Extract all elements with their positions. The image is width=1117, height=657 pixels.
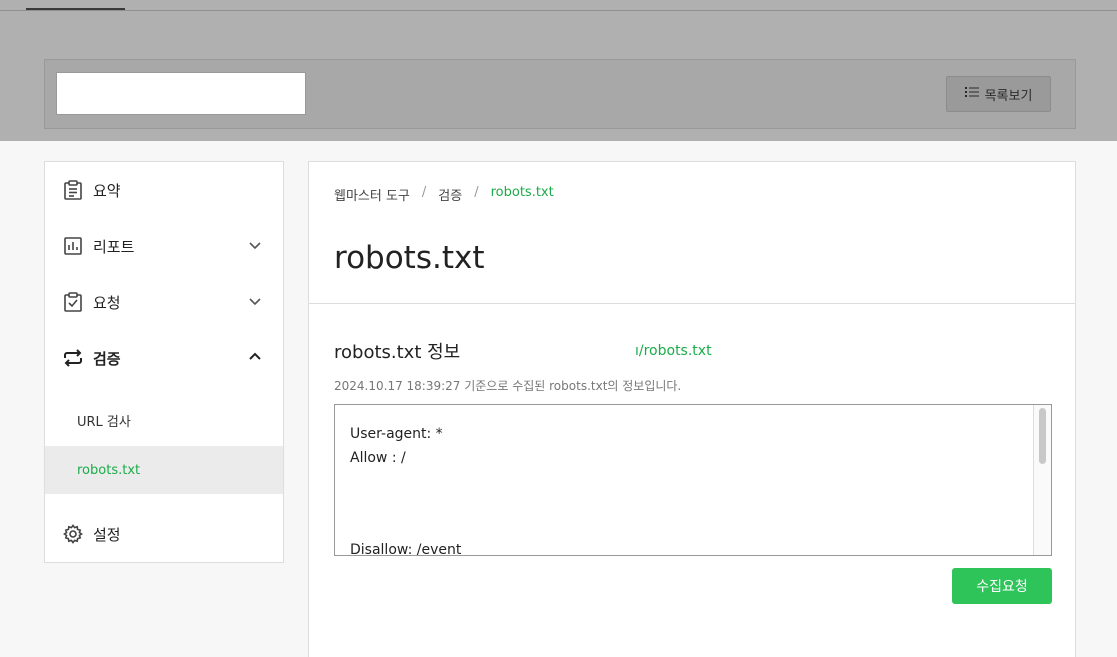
- robots-content-overflow-line: Disallow: /event: [350, 542, 462, 556]
- site-selector-bar: 목록보기: [44, 59, 1076, 129]
- list-view-label: 목록보기: [984, 88, 1033, 104]
- page-title: robots.txt: [334, 240, 485, 276]
- sidebar-item-settings[interactable]: 설정: [45, 506, 283, 562]
- robots-url-link[interactable]: ı/robots.txt: [635, 343, 712, 359]
- clipboard-icon: [63, 180, 83, 200]
- sidebar-item-request[interactable]: 요청: [45, 274, 283, 330]
- sidebar-item-label: 요청: [93, 293, 121, 312]
- sidebar: 요약 리포트 요청 검증 URL 검사 robots.txt 설정: [44, 161, 284, 563]
- scrollbar[interactable]: [1033, 405, 1051, 555]
- chevron-down-icon[interactable]: [247, 293, 263, 309]
- collect-request-button[interactable]: 수집요청: [952, 568, 1052, 604]
- clipboard-check-icon: [63, 292, 83, 312]
- robots-content: User-agent: * Allow : /: [350, 426, 443, 466]
- bar-chart-icon: [63, 236, 83, 256]
- repeat-icon: [63, 348, 83, 368]
- breadcrumb-item[interactable]: 웹마스터 도구: [334, 185, 410, 204]
- sidebar-item-label: 검증: [93, 349, 121, 368]
- sidebar-item-summary[interactable]: 요약: [45, 162, 283, 218]
- sidebar-subitem-label: robots.txt: [77, 462, 141, 478]
- breadcrumb-item[interactable]: 검증: [438, 185, 462, 204]
- sidebar-subitem-robots[interactable]: robots.txt: [45, 446, 283, 494]
- active-tab-indicator: [26, 0, 125, 10]
- chevron-up-icon[interactable]: [247, 349, 263, 365]
- collected-info-text: 2024.10.17 18:39:27 기준으로 수집된 robots.txt의…: [334, 379, 682, 393]
- robots-content-box[interactable]: User-agent: * Allow : / Disallow: /event: [334, 404, 1052, 556]
- sidebar-item-report[interactable]: 리포트: [45, 218, 283, 274]
- site-select-input[interactable]: [56, 72, 306, 115]
- sidebar-subitem-label: URL 검사: [77, 414, 131, 430]
- breadcrumb-separator: /: [421, 185, 427, 200]
- sidebar-item-label: 설정: [93, 525, 121, 544]
- main-content: 웹마스터 도구 / 검증 / robots.txt robots.txt rob…: [308, 161, 1076, 657]
- top-divider: [0, 10, 1117, 11]
- breadcrumb-separator: /: [474, 185, 479, 200]
- top-header-overlay: 목록보기: [0, 0, 1117, 141]
- sidebar-item-verify[interactable]: 검증: [45, 330, 283, 386]
- divider: [309, 303, 1075, 304]
- breadcrumb-current: robots.txt: [490, 185, 554, 200]
- list-view-button[interactable]: 목록보기: [946, 76, 1051, 112]
- gear-icon: [63, 524, 83, 544]
- chevron-down-icon[interactable]: [247, 237, 263, 253]
- sidebar-item-label: 리포트: [93, 237, 135, 256]
- breadcrumb: 웹마스터 도구 / 검증 / robots.txt: [334, 185, 554, 204]
- sidebar-subitem-url-inspect[interactable]: URL 검사: [45, 396, 283, 444]
- section-title: robots.txt 정보: [334, 342, 461, 363]
- sidebar-item-label: 요약: [93, 181, 121, 200]
- scrollbar-thumb[interactable]: [1039, 408, 1046, 464]
- list-icon: [964, 86, 979, 102]
